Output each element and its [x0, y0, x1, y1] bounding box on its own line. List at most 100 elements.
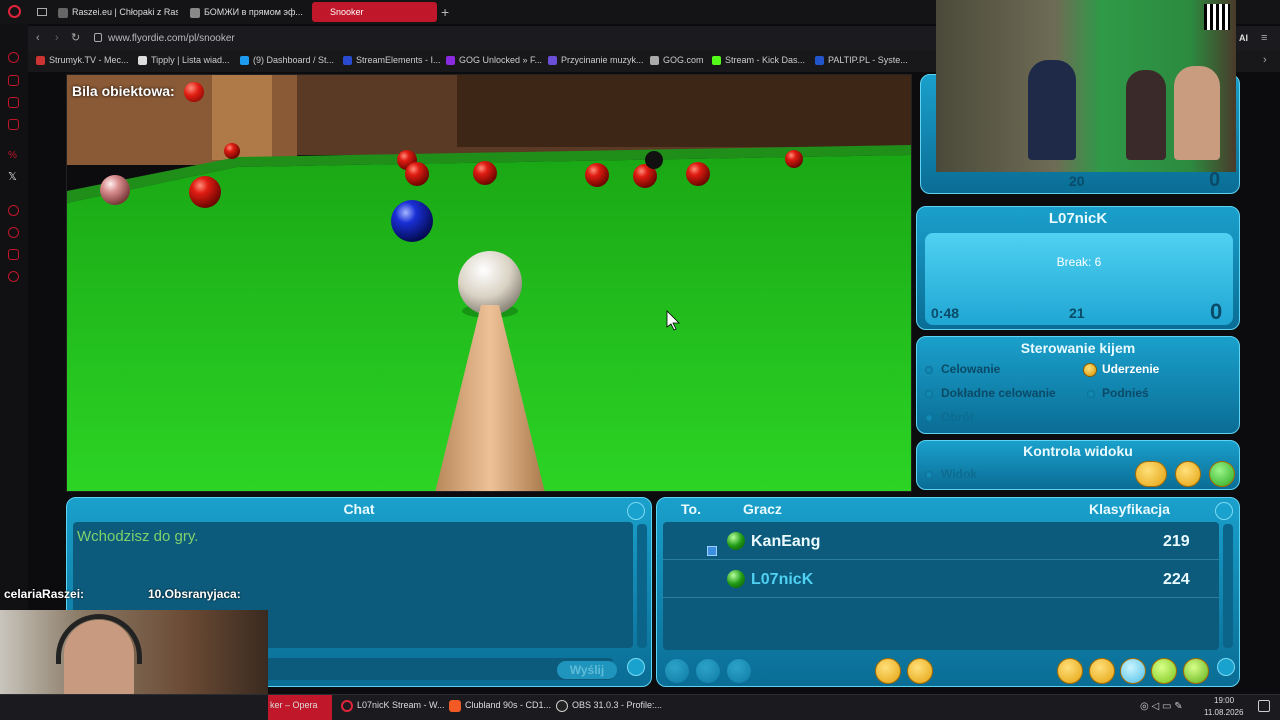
settings-icon[interactable] [8, 271, 19, 282]
option-dokladne-celowanie[interactable]: Dokładne celowanie [941, 386, 1056, 400]
clock-time[interactable]: 19:00 [1214, 696, 1234, 705]
disabled-tool-button[interactable] [664, 658, 690, 684]
disabled-tool-button[interactable] [695, 658, 721, 684]
view-control-title: Kontrola widoku [1023, 443, 1133, 459]
chat-title: Chat [343, 501, 375, 517]
bookmarks-more-icon[interactable]: › [1263, 54, 1267, 66]
disabled-tool-button[interactable] [726, 658, 752, 684]
player-rating: 224 [1163, 571, 1190, 588]
lock-icon [94, 33, 102, 42]
crypto-wallet-icon[interactable] [8, 97, 19, 108]
bookmark-gog-unlocked[interactable]: GOG Unlocked » F... [446, 55, 542, 66]
red-ball [785, 150, 803, 168]
col-header-to[interactable]: To. [681, 501, 701, 517]
history-icon[interactable] [8, 227, 19, 238]
option-uderzenie[interactable]: Uderzenie [1102, 362, 1159, 376]
back-icon[interactable]: ‹ [36, 32, 40, 44]
players-scrollbar[interactable] [1223, 524, 1233, 648]
bookmark-gog[interactable]: GOG.com [650, 55, 704, 66]
bookmark-streamelements[interactable]: StreamElements - I... [343, 55, 441, 66]
radio-uderzenie-selected[interactable] [1083, 363, 1097, 377]
radio-obrot[interactable] [925, 414, 933, 422]
object-ball-label: Bila obiektowa: [72, 83, 175, 99]
help-icon[interactable] [1151, 658, 1177, 684]
invite-button[interactable] [1057, 658, 1083, 684]
radio-celowanie[interactable] [925, 366, 933, 374]
pinboard-icon[interactable] [8, 205, 19, 216]
send-button[interactable]: Wyślij [557, 661, 617, 679]
player-score: 0 [1210, 299, 1223, 324]
radio-widok[interactable] [925, 471, 933, 479]
player-info-box: Break: 6 0:48 21 0 [925, 233, 1233, 325]
player-status-ball-icon [727, 570, 745, 588]
ai-button[interactable]: AI [1239, 33, 1248, 43]
sound-icon[interactable] [907, 658, 933, 684]
top-score-right: 0 [1209, 169, 1221, 191]
x-twitter-icon[interactable]: 𝕏 [8, 172, 19, 183]
players-list: KanEang 219 L07nicK 224 [663, 522, 1219, 650]
option-widok[interactable]: Widok [941, 467, 977, 481]
shopping-icon[interactable] [8, 75, 19, 86]
player-name[interactable]: L07nicK [751, 571, 813, 589]
chat-down-button[interactable] [627, 658, 645, 676]
flow-icon[interactable] [8, 249, 19, 260]
bookmark-favicon-icon [138, 56, 147, 66]
option-obrot[interactable]: Obrót [941, 410, 974, 424]
option-podnies[interactable]: Podnieś [1102, 386, 1149, 400]
taskbar-item-obs[interactable]: OBS 31.0.3 - Profile:... [572, 700, 662, 710]
players-collapse-button[interactable] [1215, 502, 1233, 520]
option-celowanie[interactable]: Celowanie [941, 362, 1000, 376]
tray-icons[interactable]: ◎ ◁ ▭ ✎ [1140, 701, 1183, 712]
tab-raszei[interactable]: Raszei.eu | Chłopaki z Ras... [58, 2, 178, 22]
trophy-icon[interactable] [1089, 658, 1115, 684]
top-score-left: 20 [1069, 173, 1085, 189]
table-row[interactable]: L07nicK 224 [663, 560, 1219, 598]
opera-logo-icon[interactable] [8, 5, 21, 18]
menu-icon[interactable]: ≡ [1261, 32, 1267, 44]
gear-icon[interactable] [875, 658, 901, 684]
points-remaining: 21 [1069, 305, 1085, 321]
person-figure [1126, 70, 1166, 160]
bookmark-kick[interactable]: Stream - Kick Das... [712, 55, 805, 66]
clock-date[interactable]: 11.08.2026 [1204, 708, 1243, 717]
table-view-button[interactable] [1209, 461, 1235, 487]
exit-icon[interactable] [1183, 658, 1209, 684]
chat-bubble-icon[interactable] [1120, 658, 1146, 684]
tab-snooker[interactable]: Snooker [312, 2, 437, 22]
red-ball [405, 162, 429, 186]
player-name[interactable]: KanEang [751, 533, 820, 551]
reload-icon[interactable]: ↻ [71, 31, 80, 44]
bookmark-dashboard[interactable]: (9) Dashboard / St... [240, 55, 334, 66]
tab-list-icon[interactable] [37, 8, 47, 16]
col-header-klasyfikacja[interactable]: Klasyfikacja [1089, 501, 1170, 517]
chat-scrollbar[interactable] [637, 524, 647, 648]
bookmark-paltip[interactable]: PALTIP.PL - Syste... [815, 55, 908, 66]
break-text: Break: 6 [1056, 255, 1102, 269]
instagram-icon[interactable] [8, 119, 19, 130]
zoom-view-button[interactable] [1135, 461, 1167, 487]
taskbar-item-stream[interactable]: L07nicK Stream - W... [357, 700, 445, 710]
new-tab-button[interactable]: + [441, 4, 449, 20]
radio-podnies[interactable] [1087, 390, 1095, 398]
radio-dokladne[interactable] [925, 390, 933, 398]
forward-icon[interactable]: › [55, 32, 59, 44]
table-row[interactable]: KanEang 219 [663, 522, 1219, 560]
percent-icon[interactable]: % [8, 150, 19, 161]
tab-stream[interactable]: БОМЖИ в прямом эф... [190, 2, 308, 22]
notifications-icon[interactable] [1258, 700, 1270, 712]
rotate-view-button[interactable] [1175, 461, 1201, 487]
snooker-table-view[interactable]: Bila obiektowa: [66, 74, 912, 492]
bookmark-przycinanie[interactable]: Przycinanie muzyk... [548, 55, 644, 66]
chat-ticker-1: celariaRaszei: [4, 587, 85, 601]
bookmark-favicon-icon [650, 56, 659, 66]
bookmark-strumyk[interactable]: Strumyk.TV - Mec... [36, 55, 129, 66]
messenger-icon[interactable] [8, 52, 19, 63]
col-header-gracz[interactable]: Gracz [743, 501, 782, 517]
person-figure [1028, 60, 1076, 160]
taskbar-item-clubland[interactable]: Clubland 90s - CD1... [465, 700, 551, 710]
players-down-button[interactable] [1217, 658, 1235, 676]
bookmark-tipply[interactable]: Tipply | Lista wiad... [138, 55, 230, 66]
chat-collapse-button[interactable] [627, 502, 645, 520]
address-field[interactable]: www.flyordie.com/pl/snooker [108, 33, 235, 44]
tab-favicon-icon [58, 7, 68, 18]
